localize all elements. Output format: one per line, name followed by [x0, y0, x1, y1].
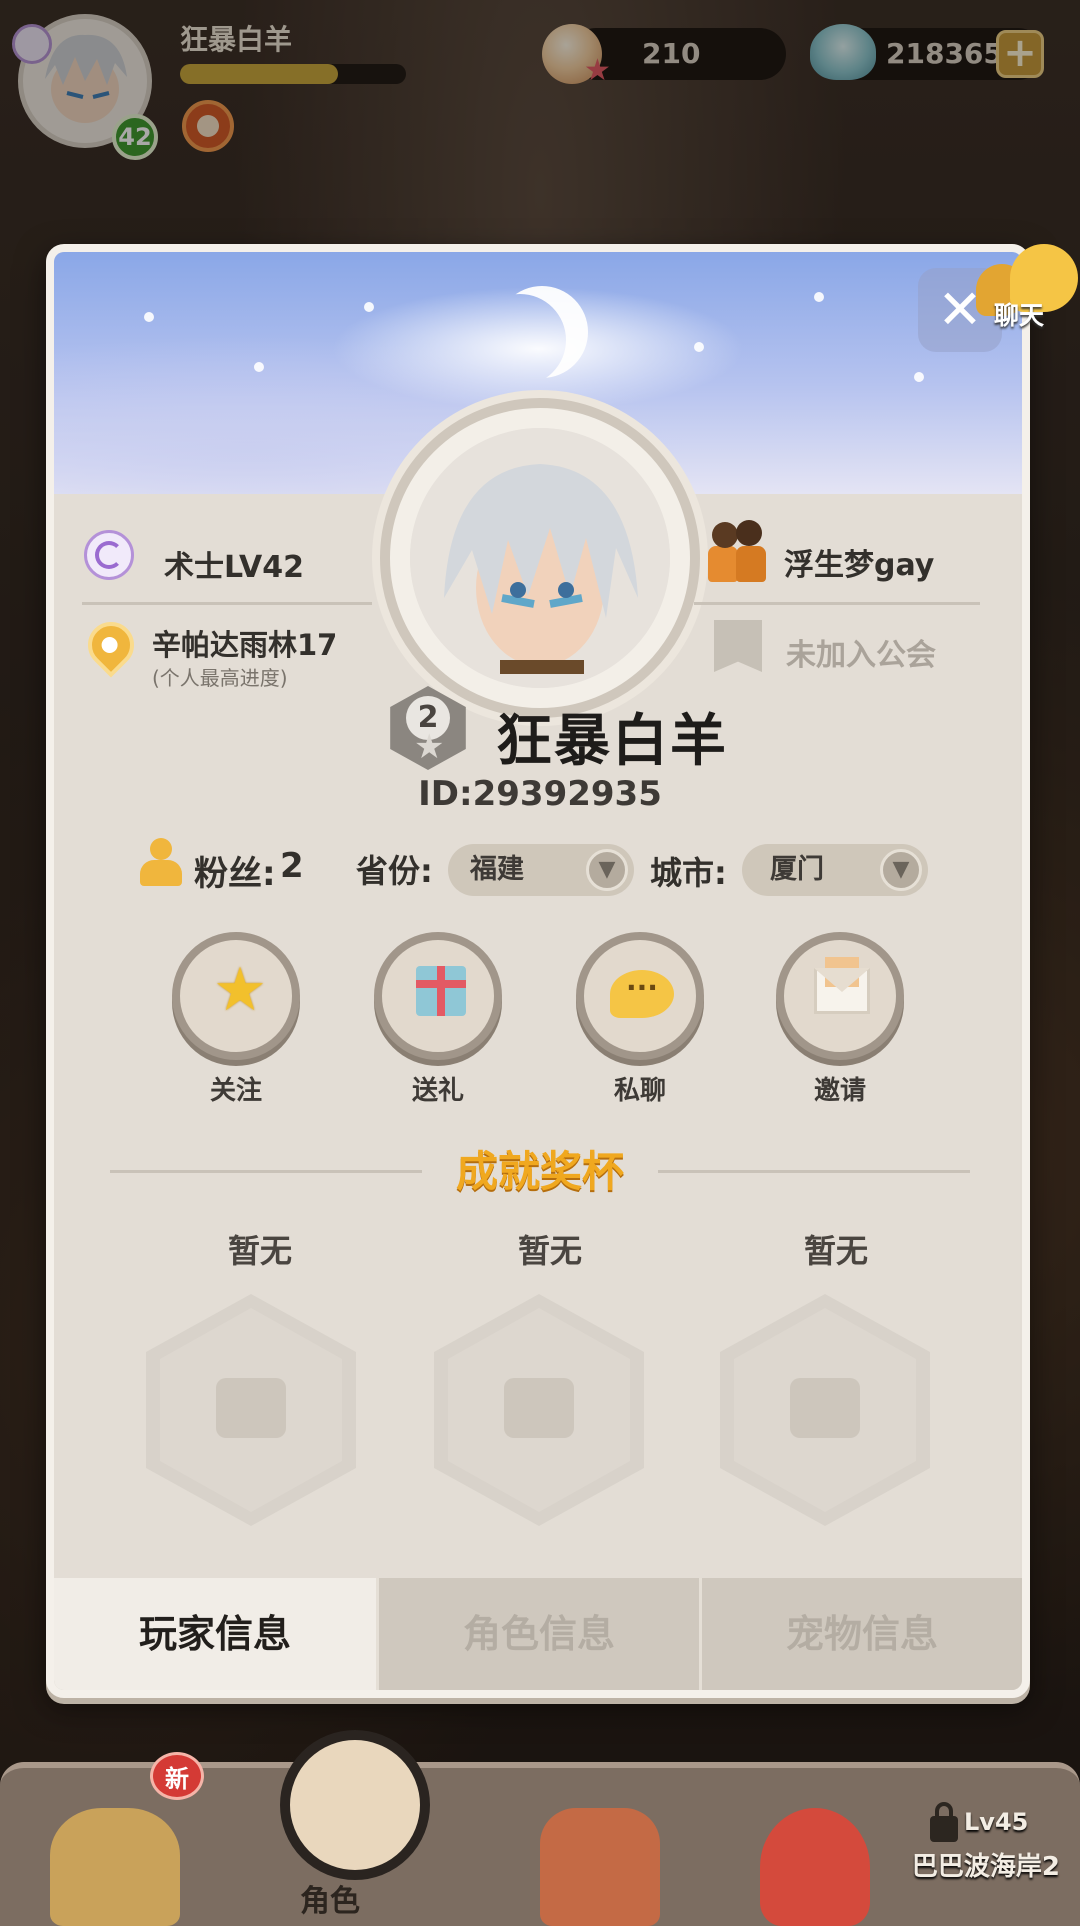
player-id: ID:29392935 [418, 774, 662, 814]
chevron-down-icon: ▼ [880, 849, 922, 891]
divider [694, 602, 980, 605]
locked-level: Lv45 [964, 1808, 1029, 1836]
tab-pet-info[interactable]: 宠物信息 [702, 1578, 1022, 1690]
chevron-down-icon: ▼ [586, 849, 628, 891]
invite-button[interactable] [776, 932, 904, 1060]
trophy-label: 暂无 [803, 1232, 868, 1270]
private-chat-label: 私聊 [613, 1076, 666, 1106]
locked-area-button[interactable]: Lv45 巴巴波海岸2 [890, 1802, 1060, 1908]
location-note: (个人最高进度) [152, 666, 288, 690]
class-level-text: 术士LV42 [164, 550, 304, 585]
invite-label: 邀请 [813, 1076, 866, 1106]
new-badge: 新 [150, 1752, 204, 1800]
follow-button[interactable]: ★ [172, 932, 300, 1060]
tab-character-info[interactable]: 角色信息 [379, 1578, 699, 1690]
city-select[interactable]: 厦门 ▼ [742, 844, 928, 896]
gift-label: 送礼 [411, 1076, 464, 1106]
nav-role-label: 角色 [300, 1884, 360, 1919]
fans-count: 2 [280, 846, 304, 886]
city-value: 厦门 [770, 854, 824, 885]
private-chat-button[interactable]: ··· [576, 932, 704, 1060]
moon-emblem-icon [496, 286, 588, 378]
province-label: 省份: [356, 852, 433, 890]
warlock-class-icon [84, 530, 134, 580]
guild-status: 未加入公会 [786, 638, 936, 673]
province-select[interactable]: 福建 ▼ [448, 844, 634, 896]
fans-icon [140, 838, 182, 886]
partner-couple-icon [706, 516, 768, 584]
partner-name[interactable]: 浮生梦gay [784, 540, 934, 584]
tab-player-info[interactable]: 玩家信息 [54, 1578, 376, 1690]
province-value: 福建 [470, 854, 524, 885]
city-label: 城市: [650, 854, 727, 892]
rank-star-icon: ★ [414, 727, 445, 767]
locked-place: 巴巴波海岸2 [911, 1852, 1060, 1882]
star-icon: ★ [213, 955, 267, 1025]
gift-icon [416, 966, 466, 1016]
lock-icon [930, 1802, 958, 1842]
gift-button[interactable] [374, 932, 502, 1060]
profile-tabbar: 玩家信息 角色信息 宠物信息 [54, 1578, 1022, 1690]
achievements-title: 成就奖杯 [455, 1147, 624, 1196]
nav-pet-button[interactable] [720, 1778, 906, 1926]
player-name: 狂暴白羊 [496, 709, 728, 774]
chat-icon: ··· [610, 970, 674, 1018]
divider [82, 602, 372, 605]
mail-icon [814, 957, 870, 1014]
trophy-label: 暂无 [517, 1232, 582, 1270]
nav-role-button[interactable] [270, 1700, 456, 1880]
chat-label[interactable]: 聊天 [994, 296, 1044, 332]
trophy-label: 暂无 [227, 1232, 292, 1270]
fans-label: 粉丝: [194, 854, 276, 894]
nav-tribe-button[interactable] [30, 1778, 216, 1926]
follow-label: 关注 [209, 1076, 262, 1106]
nav-totem-button[interactable] [500, 1778, 686, 1926]
profile-avatar [380, 398, 700, 718]
location-text: 辛帕达雨林17 [152, 628, 338, 662]
